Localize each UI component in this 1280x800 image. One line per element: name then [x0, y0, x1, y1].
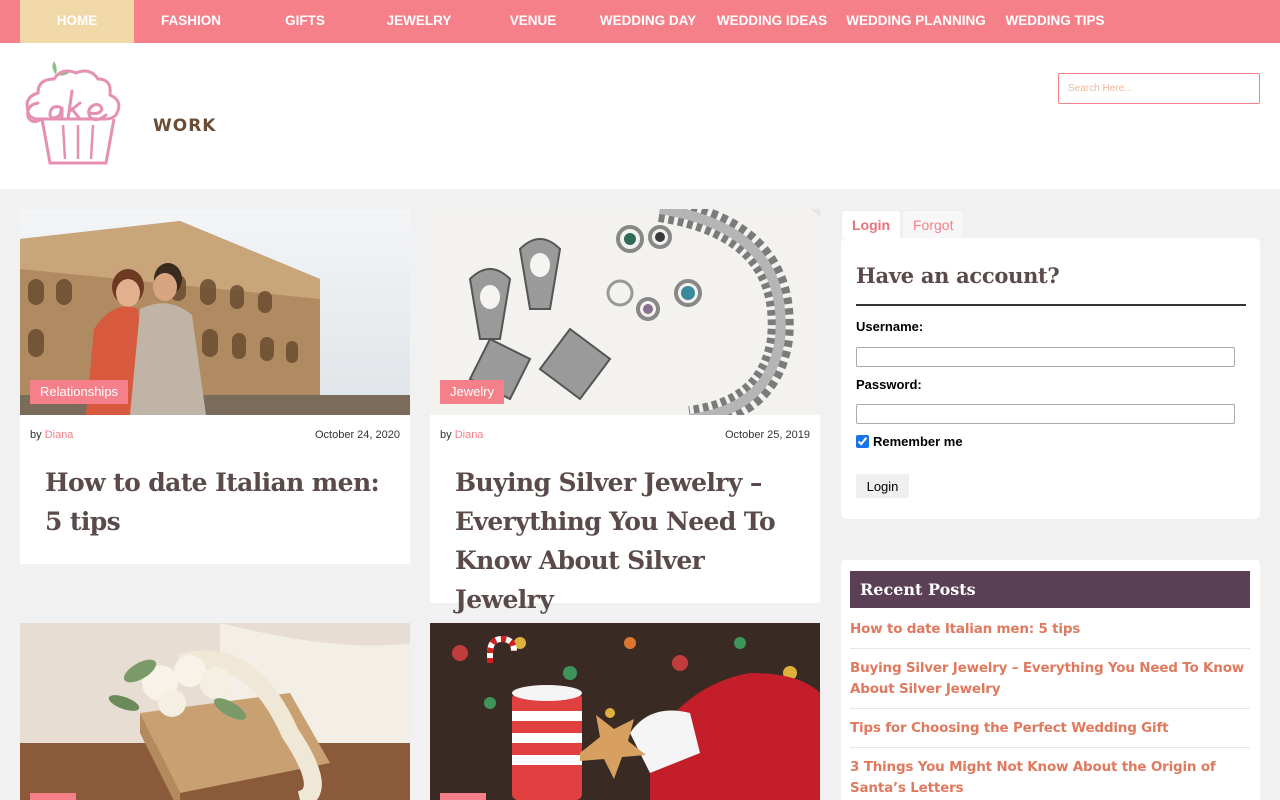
login-widget: Have an account? Username: Password: Rem…	[841, 238, 1260, 519]
remember-label: Remember me	[873, 434, 963, 449]
remember-checkbox[interactable]	[856, 435, 869, 448]
post-byline: by Diana	[440, 429, 483, 441]
post-title[interactable]: How to date Italian men: 5 tips	[45, 463, 390, 541]
nav-fashion[interactable]: FASHION	[136, 0, 246, 43]
site-logo[interactable]: WORK	[20, 59, 215, 171]
category-badge[interactable]: Relationships	[30, 380, 129, 404]
santa-cookies-image	[430, 623, 820, 800]
post-card: Relationships by Diana October 24, 2020 …	[20, 209, 410, 564]
recent-posts-heading: Recent Posts	[850, 571, 1250, 608]
login-button[interactable]: Login	[856, 474, 909, 498]
post-date: October 25, 2019	[724, 429, 810, 441]
nav-wedding-day[interactable]: WEDDING DAY	[596, 0, 700, 43]
nav-gifts[interactable]: GIFTS	[250, 0, 360, 43]
top-navigation: HOME FASHION GIFTS JEWELRY VENUE WEDDING…	[0, 0, 1280, 43]
username-label: Username:	[856, 319, 924, 334]
post-card	[430, 623, 820, 800]
post-card: Jewelry by Diana October 25, 2019 Buying…	[430, 209, 820, 614]
nav-venue[interactable]: VENUE	[478, 0, 588, 43]
tab-forgot[interactable]: Forgot	[902, 210, 965, 238]
recent-posts-list: How to date Italian men: 5 tips Buying S…	[850, 616, 1250, 800]
tab-login[interactable]: Login	[841, 210, 902, 238]
site-header: WORK	[0, 43, 1280, 189]
recent-post-link[interactable]: How to date Italian men: 5 tips	[850, 616, 1250, 649]
category-badge[interactable]	[440, 793, 486, 800]
recent-post-link[interactable]: 3 Things You Might Not Know About the Or…	[850, 754, 1250, 800]
byline-prefix: by	[440, 429, 452, 441]
byline-prefix: by	[30, 429, 42, 441]
username-field[interactable]	[856, 347, 1235, 367]
nav-wedding-tips[interactable]: WEDDING TIPS	[1003, 0, 1107, 43]
nav-wedding-ideas[interactable]: WEDDING IDEAS	[716, 0, 828, 43]
category-badge[interactable]: Jewelry	[440, 380, 505, 404]
logo-word: WORK	[153, 116, 217, 136]
author-link[interactable]: Diana	[45, 429, 74, 441]
wedding-gift-image	[20, 623, 410, 800]
post-thumbnail-santa[interactable]	[430, 623, 820, 800]
nav-home[interactable]: HOME	[20, 0, 134, 43]
nav-wedding-planning[interactable]: WEDDING PLANNING	[845, 0, 987, 43]
post-card	[20, 623, 410, 800]
remember-me[interactable]: Remember me	[856, 434, 963, 449]
nav-jewelry[interactable]: JEWELRY	[364, 0, 474, 43]
divider	[856, 304, 1246, 306]
search-input[interactable]	[1058, 73, 1260, 104]
category-badge[interactable]	[30, 793, 76, 800]
post-byline: by Diana	[30, 429, 73, 441]
post-title[interactable]: Buying Silver Jewelry – Everything You N…	[455, 463, 800, 619]
cupcake-logo-icon	[25, 61, 121, 165]
recent-posts-widget: Recent Posts How to date Italian men: 5 …	[841, 560, 1260, 800]
recent-post-link[interactable]: Buying Silver Jewelry – Everything You N…	[850, 655, 1250, 709]
author-link[interactable]: Diana	[455, 429, 484, 441]
password-field[interactable]	[856, 404, 1235, 424]
post-thumbnail-gift[interactable]	[20, 623, 410, 800]
password-label: Password:	[856, 377, 922, 392]
login-heading: Have an account?	[856, 263, 1060, 288]
post-date: October 24, 2020	[314, 429, 400, 441]
recent-post-link[interactable]: Tips for Choosing the Perfect Wedding Gi…	[850, 715, 1250, 748]
